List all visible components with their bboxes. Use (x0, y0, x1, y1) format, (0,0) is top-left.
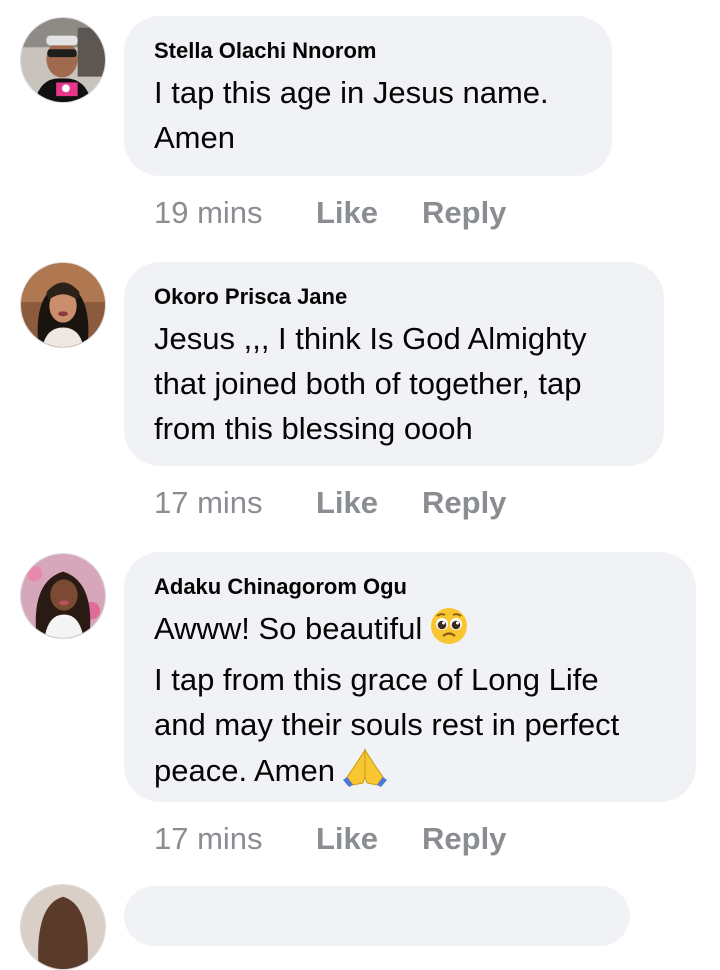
like-button[interactable]: Like (316, 483, 378, 523)
reply-button[interactable]: Reply (422, 193, 506, 233)
comment-author[interactable]: Stella Olachi Nnorom (154, 38, 582, 64)
comment-bubble: Stella Olachi Nnorom I tap this age in J… (124, 16, 612, 176)
comment-timestamp[interactable]: 17 mins (154, 819, 263, 859)
comment-bubble: Okoro Prisca Jane Jesus ,,, I think Is G… (124, 262, 664, 466)
comment-text-line: I tap from this grace of Long Life (154, 662, 599, 697)
comment-author[interactable]: Okoro Prisca Jane (154, 284, 634, 310)
like-button[interactable]: Like (316, 193, 378, 233)
pleading-face-emoji (430, 607, 468, 657)
avatar-photo (21, 18, 105, 102)
comment-timestamp[interactable]: 17 mins (154, 483, 263, 523)
avatar[interactable] (20, 553, 106, 639)
comment-text-line: and may their souls rest in perfect (154, 707, 620, 742)
comment-timestamp[interactable]: 19 mins (154, 193, 263, 233)
folded-hands-emoji (342, 747, 387, 799)
avatar[interactable] (20, 262, 106, 348)
comment-bubble (124, 886, 630, 946)
comment-text-line: that joined both of together, tap (154, 366, 582, 401)
comment-text-line: Jesus ,,, I think Is God Almighty (154, 321, 587, 356)
comment-text-line: Amen (154, 120, 235, 155)
comment-text-line: I tap this age in Jesus name. (154, 75, 549, 110)
comment-text: Awww! So beautiful (154, 611, 423, 646)
like-button[interactable]: Like (316, 819, 378, 859)
comment-text-line: from this blessing oooh (154, 411, 473, 446)
avatar-photo (21, 263, 105, 347)
reply-button[interactable]: Reply (422, 819, 506, 859)
avatar[interactable] (20, 884, 106, 970)
avatar-photo (21, 885, 105, 969)
reply-button[interactable]: Reply (422, 483, 506, 523)
comment-text-line: peace. Amen (154, 747, 666, 799)
comment-author[interactable]: Adaku Chinagorom Ogu (154, 574, 666, 600)
avatar[interactable] (20, 17, 106, 103)
comment-text-line: Awww! So beautiful (154, 606, 666, 657)
avatar-photo (21, 554, 105, 638)
comment-bubble: Adaku Chinagorom Ogu Awww! So beautiful … (124, 552, 696, 802)
comment-text: peace. Amen (154, 753, 335, 788)
